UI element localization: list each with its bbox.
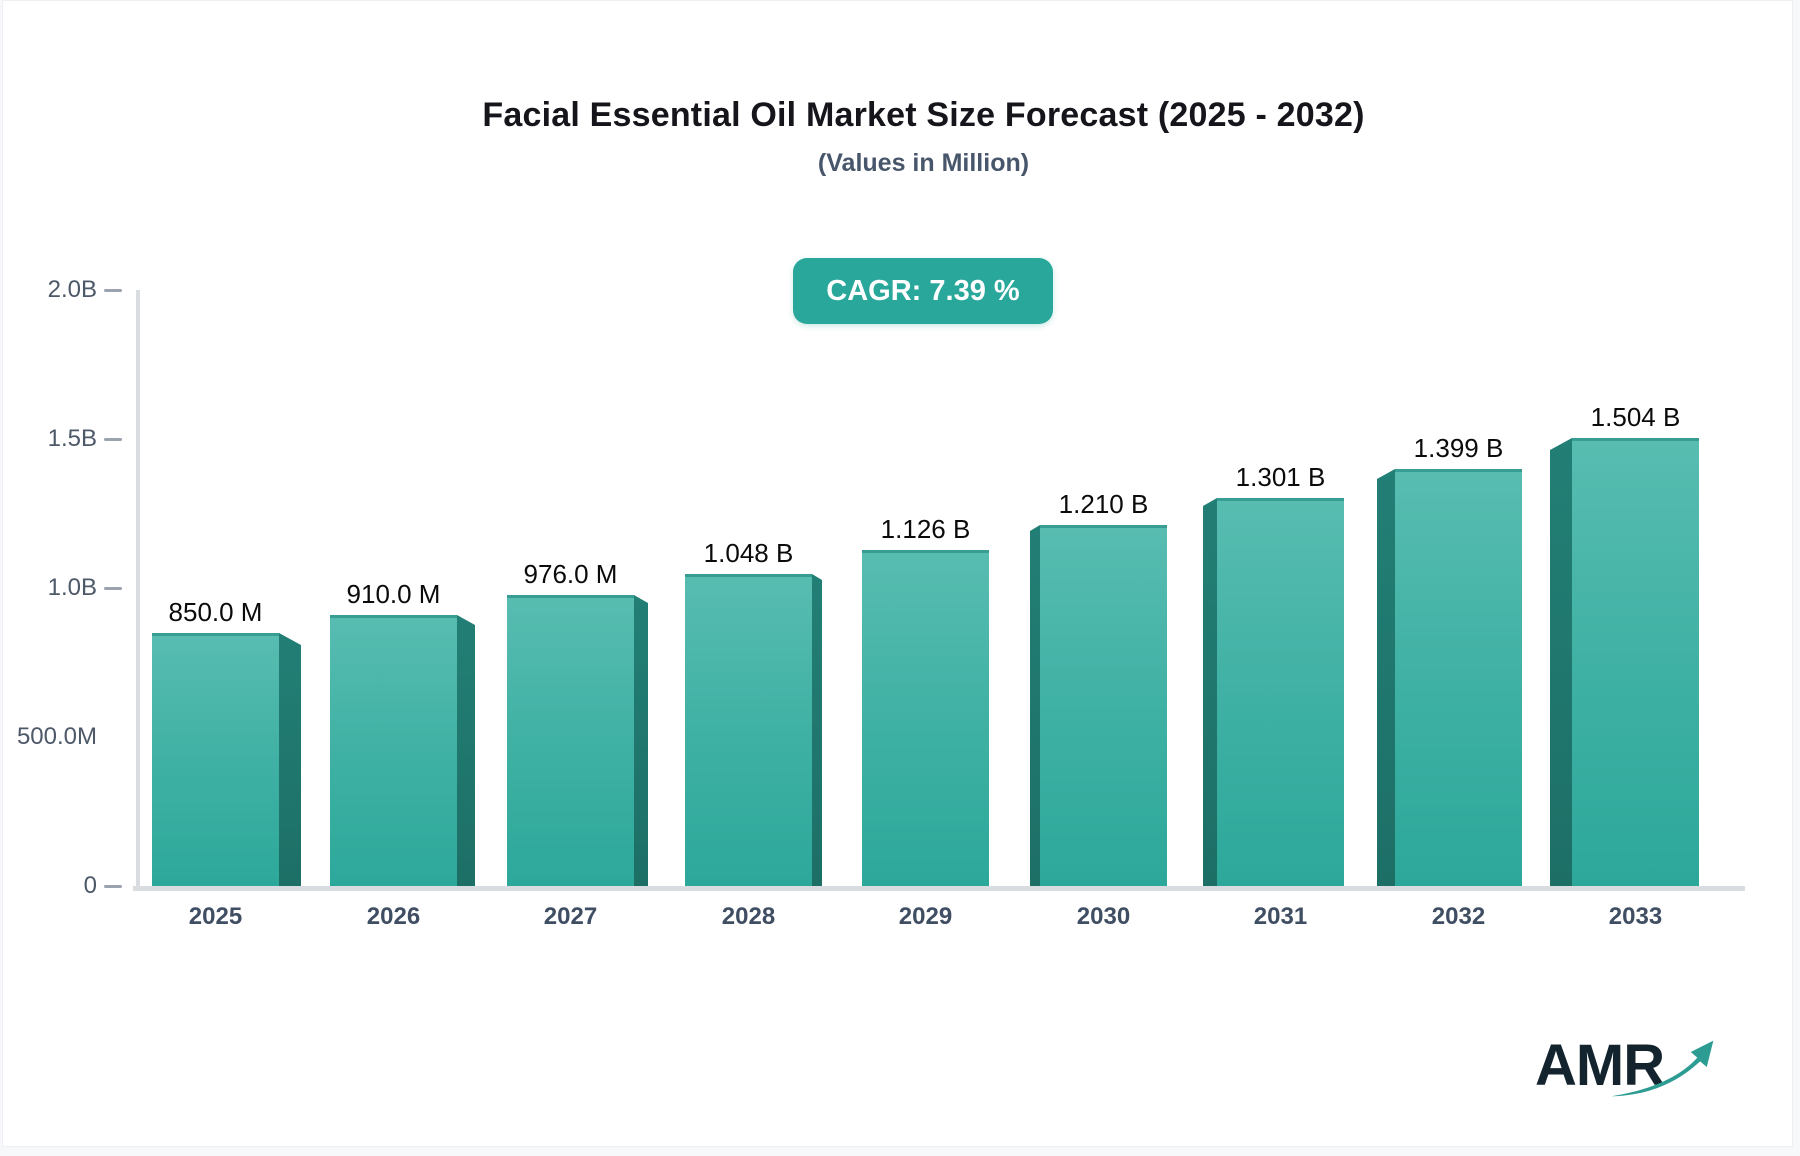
bar-side-face	[634, 595, 648, 886]
y-axis-label: 500.0M	[16, 723, 97, 750]
y-axis-label: 2.0B	[47, 276, 97, 303]
bar-2025[interactable]	[152, 633, 279, 886]
chart-card: Facial Essential Oil Market Size Forecas…	[2, 0, 1793, 1147]
bar-2029[interactable]	[862, 550, 989, 886]
x-axis-label: 2029	[898, 903, 953, 930]
y-axis-tick	[104, 884, 122, 888]
bar-2028[interactable]	[685, 574, 812, 886]
y-axis-label: 1.5B	[47, 425, 97, 452]
growth-arrow-icon	[1611, 1040, 1714, 1097]
bar-chart: 2.0B 1.5B 1.0B 500.0M 0 850.0 M 2025 910.0 M 202…	[3, 1, 1792, 1146]
bar-side-face	[812, 574, 822, 886]
y-axis-label: 0	[83, 872, 97, 899]
bar-side-face	[1550, 438, 1572, 886]
x-axis-label: 2030	[1076, 903, 1131, 930]
x-axis-label: 2031	[1253, 903, 1308, 930]
bar-2031[interactable]	[1217, 498, 1344, 886]
x-axis-label: 2025	[188, 903, 243, 930]
bar-value-label: 976.0 M	[523, 559, 618, 589]
bar-value-label: 1.126 B	[880, 514, 971, 544]
bar-side-face	[1203, 498, 1217, 886]
bar-side-face	[457, 615, 475, 886]
bar-2030[interactable]	[1040, 525, 1167, 886]
x-axis-label: 2033	[1608, 903, 1663, 930]
bar-side-face	[1030, 525, 1040, 886]
x-axis-label: 2027	[543, 903, 598, 930]
bar-value-label: 1.504 B	[1590, 402, 1681, 432]
y-axis-tick	[104, 586, 122, 590]
bar-2027[interactable]	[507, 595, 634, 886]
bar-value-label: 1.210 B	[1058, 489, 1149, 519]
bar-2032[interactable]	[1395, 469, 1522, 886]
bar-side-face	[1377, 469, 1395, 886]
bar-2033[interactable]	[1572, 438, 1699, 886]
x-axis-label: 2032	[1431, 903, 1486, 930]
y-axis-tick	[104, 437, 122, 441]
bar-value-label: 1.048 B	[703, 538, 794, 568]
y-axis-tick	[104, 288, 122, 292]
x-axis-label: 2026	[366, 903, 421, 930]
bar-value-label: 1.301 B	[1235, 462, 1326, 492]
bar-value-label: 850.0 M	[168, 597, 263, 627]
x-axis-line	[133, 886, 1745, 891]
bar-side-face	[279, 633, 301, 886]
bar-value-label: 1.399 B	[1413, 433, 1504, 463]
bar-value-label: 910.0 M	[346, 579, 441, 609]
y-axis-line	[136, 290, 140, 891]
bar-2026[interactable]	[330, 615, 457, 886]
y-axis-label: 1.0B	[47, 574, 97, 601]
amr-logo: AMR	[1535, 1037, 1735, 1117]
x-axis-label: 2028	[721, 903, 776, 930]
